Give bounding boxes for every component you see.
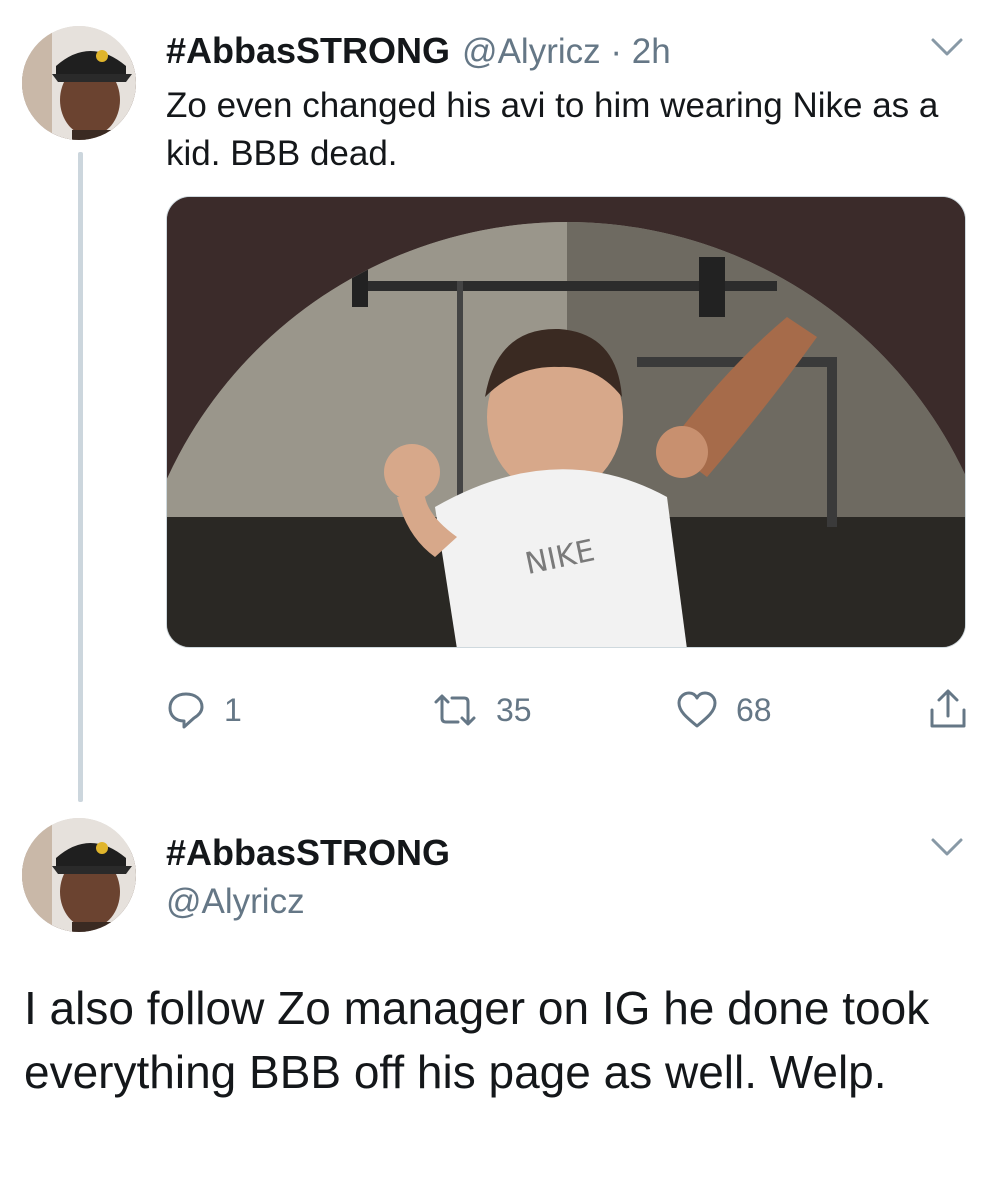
display-name[interactable]: #AbbasSTRONG: [166, 30, 450, 72]
tweet-header: #AbbasSTRONG @Alyricz · 2h: [166, 30, 671, 72]
media-photo: NIKE: [167, 197, 965, 647]
handle-and-time[interactable]: @Alyricz · 2h: [462, 32, 671, 72]
chevron-down-icon[interactable]: [930, 836, 964, 863]
like-button[interactable]: 68: [676, 690, 772, 730]
avatar[interactable]: [22, 818, 136, 932]
tweet-text: I also follow Zo manager on IG he done t…: [24, 982, 930, 1098]
thread-connector-line: [78, 152, 83, 802]
display-name[interactable]: #AbbasSTRONG: [166, 832, 450, 874]
reply-icon: [168, 692, 204, 729]
share-button[interactable]: [928, 688, 968, 735]
handle[interactable]: @Alyricz: [166, 882, 305, 922]
tweet-text: Zo even changed his avi to him wearing N…: [166, 86, 939, 173]
reply-button[interactable]: 1: [166, 690, 242, 730]
retweet-count: 35: [496, 691, 532, 728]
like-icon: [677, 691, 717, 728]
like-count: 68: [736, 691, 772, 728]
tweet-media[interactable]: NIKE: [166, 196, 966, 648]
retweet-button[interactable]: 35: [432, 690, 532, 730]
avatar-photo: [22, 26, 136, 140]
retweet-icon: [434, 694, 476, 726]
reply-count: 1: [224, 691, 242, 728]
avatar-photo: [22, 818, 136, 932]
share-icon: [930, 689, 966, 728]
avatar[interactable]: [22, 26, 136, 140]
chevron-down-icon[interactable]: [930, 36, 964, 63]
